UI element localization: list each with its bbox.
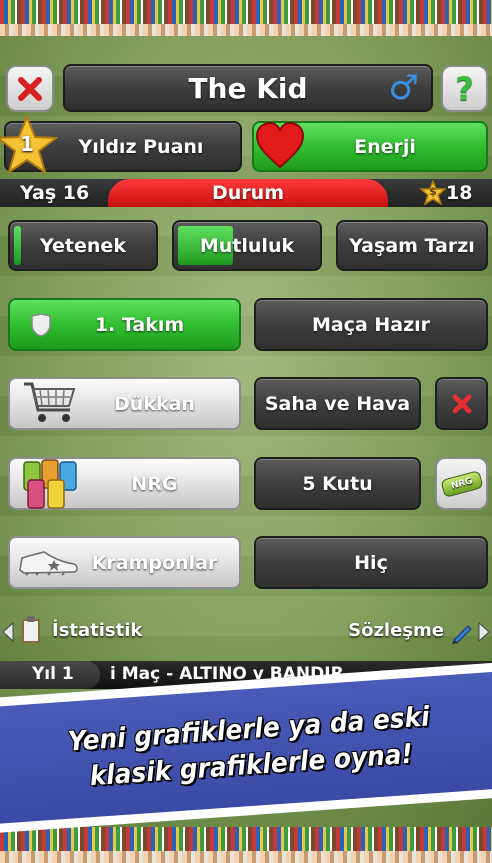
help-button[interactable]: ? [441, 65, 488, 112]
male-icon: ♂ [388, 68, 419, 108]
year-label: Yıl 1 [32, 664, 74, 684]
boots-status-label: Hiç [354, 551, 388, 574]
cart-icon [22, 380, 78, 426]
close-icon [18, 76, 42, 101]
lifestyle-label: Yaşam Tarzı [349, 234, 475, 257]
star-points-label: Yıldız Puanı [78, 135, 204, 158]
nrg-can-button[interactable]: NRG [435, 457, 488, 510]
age-label: Yaş 16 [20, 182, 90, 204]
match-ready-button[interactable]: Maça Hazır [254, 298, 488, 351]
promo-banner-inner: Yeni grafiklerle ya da eski klasik grafi… [0, 670, 492, 825]
match-ready-label: Maça Hazır [311, 313, 431, 336]
crowd-bottom [0, 827, 492, 863]
field-weather-label: Saha ve Hava [264, 392, 411, 415]
lifestyle-button[interactable]: Yaşam Tarzı [336, 220, 488, 271]
nrg-count-button[interactable]: 5 Kutu [254, 457, 421, 510]
coin-icon: $ [418, 178, 448, 206]
boots-label: Kramponlar [91, 551, 218, 574]
year-tab: Yıl 1 [0, 661, 100, 689]
star-icon: 1 [0, 114, 59, 176]
energy-cans-icon [22, 456, 78, 510]
crowd-top [0, 0, 492, 36]
talent-label: Yetenek [40, 234, 126, 257]
stats-link[interactable]: İstatistik [52, 620, 142, 641]
status-title: Durum [212, 182, 284, 204]
clipboard-icon [22, 616, 40, 643]
boot-icon [18, 548, 80, 578]
nrg-label: NRG [131, 472, 178, 495]
boots-status-button[interactable]: Hiç [254, 536, 488, 589]
team-label: 1. Takım [94, 313, 185, 336]
nrg-can-icon: NRG [439, 469, 484, 498]
energy-label: Enerji [354, 135, 416, 158]
player-name: The Kid [188, 71, 308, 105]
happiness-label: Mutluluk [199, 234, 295, 257]
coin-count: 18 [446, 182, 473, 204]
status-tab: Durum [108, 179, 388, 207]
talent-bar [14, 226, 21, 265]
close-button[interactable] [6, 65, 54, 112]
coin-symbol: $ [429, 185, 437, 198]
star-points-value: 1 [20, 132, 34, 156]
pen-icon [452, 625, 472, 644]
right-arrow-icon[interactable] [478, 622, 490, 642]
help-icon: ? [455, 69, 474, 108]
clear-shop-button[interactable] [435, 377, 488, 430]
happiness-button[interactable]: Mutluluk [172, 220, 322, 271]
talent-button[interactable]: Yetenek [8, 220, 158, 271]
player-name-panel: The Kid ♂ [63, 64, 433, 112]
contract-link[interactable]: Sözleşme [348, 620, 444, 641]
left-arrow-icon[interactable] [2, 622, 14, 642]
shield-icon [30, 313, 52, 337]
shop-label: Dükkan [114, 392, 195, 415]
close-icon [452, 394, 471, 413]
heart-icon [255, 121, 305, 170]
field-weather-button[interactable]: Saha ve Hava [254, 377, 421, 430]
nrg-can-text: NRG [449, 475, 474, 492]
footer-nav: İstatistik Sözleşme [0, 616, 492, 648]
nrg-count-label: 5 Kutu [302, 472, 373, 495]
